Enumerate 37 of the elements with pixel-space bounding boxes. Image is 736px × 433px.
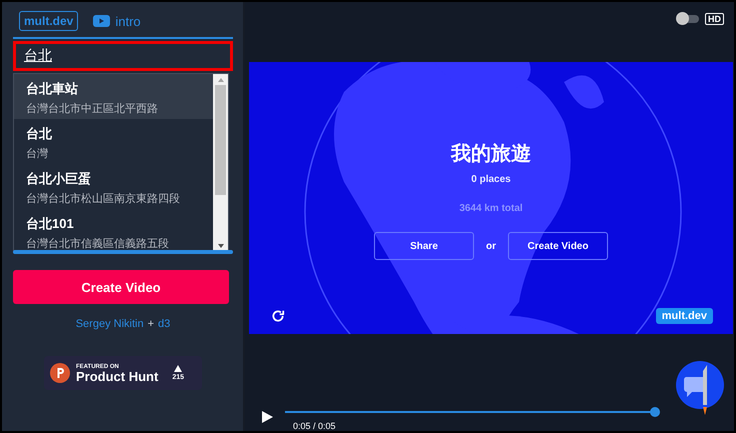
author-link[interactable]: Sergey Nikitin <box>76 318 144 330</box>
hd-toggle[interactable] <box>677 15 699 23</box>
place-name: 台北小巨蛋 <box>26 170 92 188</box>
logo[interactable]: mult.dev <box>19 11 78 31</box>
suggestion-item[interactable]: 台北小巨蛋 台灣台北市松山區南京東路四段 <box>14 164 213 209</box>
create-video-button[interactable]: Create Video <box>13 270 229 304</box>
hd-label: HD <box>705 13 724 25</box>
share-button[interactable]: Share <box>374 232 474 260</box>
video-icon <box>93 15 110 27</box>
suggestion-item[interactable]: 台北 台灣 <box>14 119 213 164</box>
intro-link[interactable]: intro <box>93 14 141 28</box>
place-address: 台灣 <box>26 146 49 161</box>
or-label: or <box>486 240 496 252</box>
plus-sign: + <box>148 318 154 330</box>
watermark-badge: mult.dev <box>656 308 713 324</box>
distance-total: 3644 km total <box>459 203 523 214</box>
places-count: 0 places <box>471 174 511 185</box>
search-field[interactable]: 台北 <box>13 41 233 71</box>
product-hunt-name: Product Hunt <box>76 370 158 382</box>
suggestion-item[interactable]: 台北車站 台灣台北市中正區北平西路 <box>14 74 213 119</box>
create-video-button[interactable]: Create Video <box>508 232 608 260</box>
place-address: 台灣台北市松山區南京東路四段 <box>26 192 181 206</box>
place-address: 台灣台北市信義區信義路五段 <box>26 236 170 251</box>
slider-thumb[interactable] <box>650 407 660 417</box>
place-name: 台北 <box>26 125 53 143</box>
library-link[interactable]: d3 <box>158 318 170 330</box>
suggestion-item[interactable]: 台北101 台灣台北市信義區信義路五段 <box>14 209 213 252</box>
refresh-icon[interactable] <box>271 309 285 323</box>
scrollbar[interactable] <box>213 74 228 252</box>
time-display: 0:05 / 0:05 <box>293 421 336 431</box>
place-name: 台北101 <box>26 215 75 233</box>
play-icon[interactable] <box>261 411 273 423</box>
upvote-icon <box>174 365 182 372</box>
p-logo-icon <box>50 363 70 383</box>
place-name: 台北車站 <box>26 80 79 98</box>
trip-title: 我的旅遊 <box>451 142 531 167</box>
place-address: 台灣台北市中正區北平西路 <box>26 102 159 116</box>
